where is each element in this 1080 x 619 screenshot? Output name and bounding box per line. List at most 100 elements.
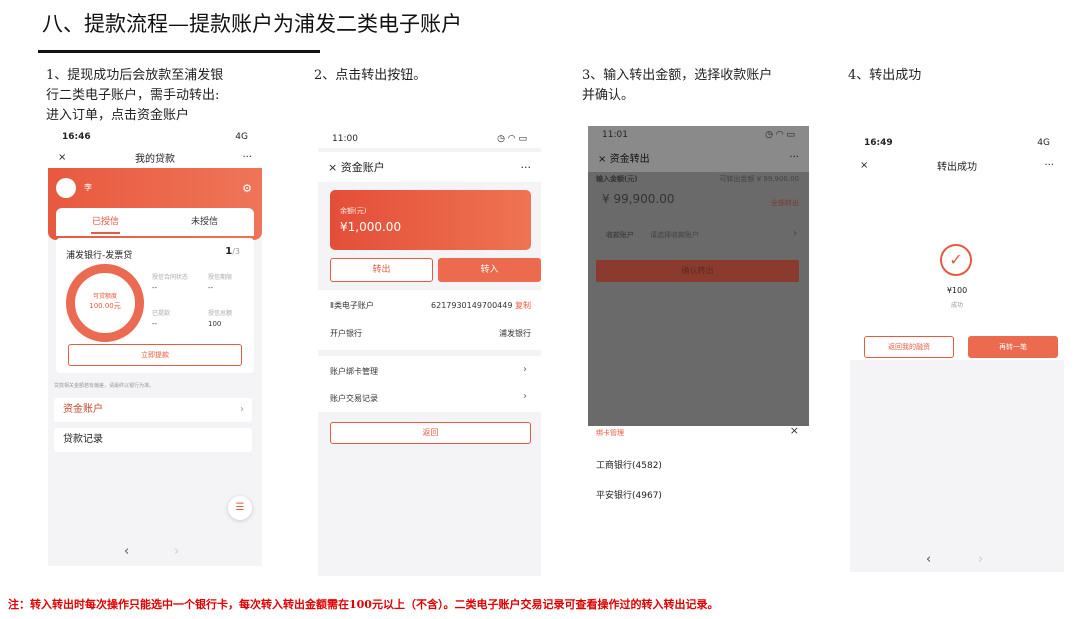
transfer-in-button[interactable]: 转入: [438, 258, 541, 282]
status-bar: 11:01 ◷ ◠ ▭: [588, 126, 809, 144]
status-time: 16:46: [62, 132, 91, 142]
card-pager: 1/3: [225, 246, 240, 257]
step-3-line: 3、输入转出金额，选择收款账户: [582, 68, 773, 83]
amount-input[interactable]: ¥ 99,900.00: [602, 192, 675, 206]
balance-card: 余额(元) ¥1,000.00: [330, 190, 531, 250]
status-time: 11:00: [332, 134, 358, 144]
nav-left: × 资金转出: [598, 150, 650, 165]
step-1-text: 1、提现成功后会放款至浦发银 行二类电子账户，需手动转出: 进入订单，点击资金账…: [46, 66, 276, 126]
ring-label: 可贷额度: [92, 293, 117, 300]
account-label: Ⅱ类电子账户: [330, 301, 374, 310]
footnote: 注：转入转出时每次操作只能选中一个银行卡，每次转入转出金额需在100元以上（不含…: [8, 598, 719, 611]
menu-item-label: 账户绑卡管理: [330, 367, 378, 376]
bank-option[interactable]: 平安银行(4967): [596, 488, 662, 501]
loan-card: 浦发银行-发票贷 1/3 可贷额度 100.00元 授信合同状态 -- 授信期限…: [56, 238, 254, 373]
chevron-right-icon: ›: [523, 391, 527, 402]
more-icon[interactable]: ···: [521, 161, 532, 174]
step-3-line: 并确认。: [582, 88, 635, 103]
more-icon[interactable]: ···: [242, 152, 252, 163]
close-icon[interactable]: ×: [598, 154, 606, 165]
more-icon[interactable]: ···: [1044, 160, 1054, 171]
step-1-line: 1、提现成功后会放款至浦发银: [46, 68, 224, 83]
bank-option[interactable]: 工商银行(4582): [596, 458, 662, 471]
account-number: 6217930149700449: [431, 301, 513, 310]
transfer-out-button[interactable]: 转出: [330, 258, 433, 282]
tab-credited[interactable]: 已授信: [56, 208, 155, 236]
balance-amount: ¥1,000.00: [340, 220, 402, 234]
bank-value: 浦发银行: [499, 329, 531, 338]
user-name: 李: [84, 183, 92, 192]
status-time: 16:49: [864, 138, 893, 148]
fund-account-row[interactable]: 资金账户 ›: [54, 398, 252, 422]
menu-item-label: 账户交易记录: [330, 394, 378, 403]
stat-value: --: [152, 284, 158, 292]
close-icon[interactable]: ×: [328, 161, 337, 174]
phone-screenshot-transfer-out: 11:01 ◷ ◠ ▭ × 资金转出 ··· 输入金额(元) 可转出金额 ¥ 9…: [588, 126, 809, 582]
bank-row: 开户银行 浦发银行: [330, 328, 531, 339]
stat-value: --: [152, 320, 158, 328]
nav-bar: × 转出成功 ···: [850, 154, 1064, 176]
bank-product-name: 浦发银行-发票贷: [66, 251, 133, 261]
close-icon[interactable]: ×: [58, 152, 66, 163]
copy-link[interactable]: 复制: [515, 301, 531, 310]
close-icon[interactable]: ×: [860, 160, 868, 171]
chevron-right-icon: ›: [793, 228, 797, 239]
page-title: 八、提款流程—提款账户为浦发二类电子账户: [42, 12, 462, 36]
credit-ring: 可贷额度 100.00元: [66, 264, 144, 342]
loan-record-row[interactable]: 贷款记录: [54, 428, 252, 452]
sheet-title: 绑卡管理: [596, 429, 624, 437]
tab-not-credited[interactable]: 未授信: [155, 208, 254, 236]
apply-withdraw-button[interactable]: 立即提款: [68, 344, 242, 366]
phone-screenshot-transfer-success: 16:49 4G × 转出成功 ··· ✓ ¥100 成功 返回我的融资 再转一…: [850, 128, 1064, 572]
chevron-right-icon: ›: [240, 404, 244, 415]
step-4-line: 4、转出成功: [848, 68, 922, 83]
status-bar: 11:00 ◷ ◠ ▭: [318, 130, 541, 148]
status-time: 11:01: [602, 130, 628, 140]
stat-value: --: [208, 284, 214, 292]
more-icon[interactable]: ···: [789, 152, 799, 163]
phone-screenshot-fund-account: 11:00 ◷ ◠ ▭ × 资金账户 ··· 余额(元) ¥1,000.00 转…: [318, 130, 541, 576]
forward-icon[interactable]: ›: [174, 544, 179, 559]
back-icon[interactable]: ‹: [124, 544, 129, 559]
menu-item-card-management[interactable]: 账户绑卡管理: [330, 366, 531, 377]
input-label: 输入金额(元): [596, 175, 638, 183]
lower-background: [850, 360, 1064, 572]
back-to-financing-button[interactable]: 返回我的融资: [864, 336, 954, 358]
balance-label: 余额(元): [340, 207, 367, 215]
stat-label: 授信总额: [208, 310, 233, 317]
gear-icon[interactable]: ⚙: [242, 182, 252, 195]
transfer-again-button[interactable]: 再转一笔: [968, 336, 1058, 358]
step-2-text: 2、点击转出按钮。: [314, 66, 426, 86]
success-amount: ¥100: [946, 286, 968, 295]
step-3-text: 3、输入转出金额，选择收款账户 并确认。: [582, 66, 822, 106]
status-bar: 16:46 4G: [48, 128, 262, 146]
forward-icon[interactable]: ›: [978, 552, 983, 567]
nav-title: 转出成功: [937, 161, 977, 173]
title-underline: [38, 50, 320, 53]
transfer-all-link[interactable]: 全部转出: [771, 198, 799, 208]
loan-note: 贷款相关金额若有偏差，请最终以银行为准。: [54, 383, 155, 389]
stat-label: 已提款: [152, 310, 171, 317]
nav-bar: × 资金账户 ···: [318, 152, 541, 182]
status-icons: ◷ ◠ ▭: [497, 134, 527, 144]
menu-item-transactions[interactable]: 账户交易记录: [330, 393, 531, 404]
stat-label: 授信合同状态: [152, 274, 189, 281]
chevron-right-icon: ›: [523, 364, 527, 375]
browser-nav: ‹ ›: [48, 540, 262, 566]
payee-select[interactable]: 请选择收款账户: [650, 230, 699, 240]
nav-bar: × 资金转出 ···: [588, 146, 809, 168]
close-icon[interactable]: ×: [790, 424, 799, 437]
nav-title: 资金转出: [609, 153, 650, 165]
return-button[interactable]: 返回: [330, 422, 531, 444]
step-2-line: 2、点击转出按钮。: [314, 68, 427, 83]
fund-account-label: 资金账户: [63, 404, 103, 415]
list-icon[interactable]: ☰: [228, 496, 252, 520]
confirm-transfer-button[interactable]: 确认转出: [596, 260, 799, 282]
dimmed-header: 11:01 ◷ ◠ ▭ × 资金转出 ···: [588, 126, 809, 172]
back-icon[interactable]: ‹: [926, 552, 931, 567]
loan-record-label: 贷款记录: [63, 434, 103, 445]
ring-value: 100.00元: [89, 302, 121, 310]
step-4-text: 4、转出成功: [848, 66, 921, 86]
step-1-line: 行二类电子账户，需手动转出:: [46, 88, 220, 103]
stat-value: 100: [208, 320, 222, 328]
